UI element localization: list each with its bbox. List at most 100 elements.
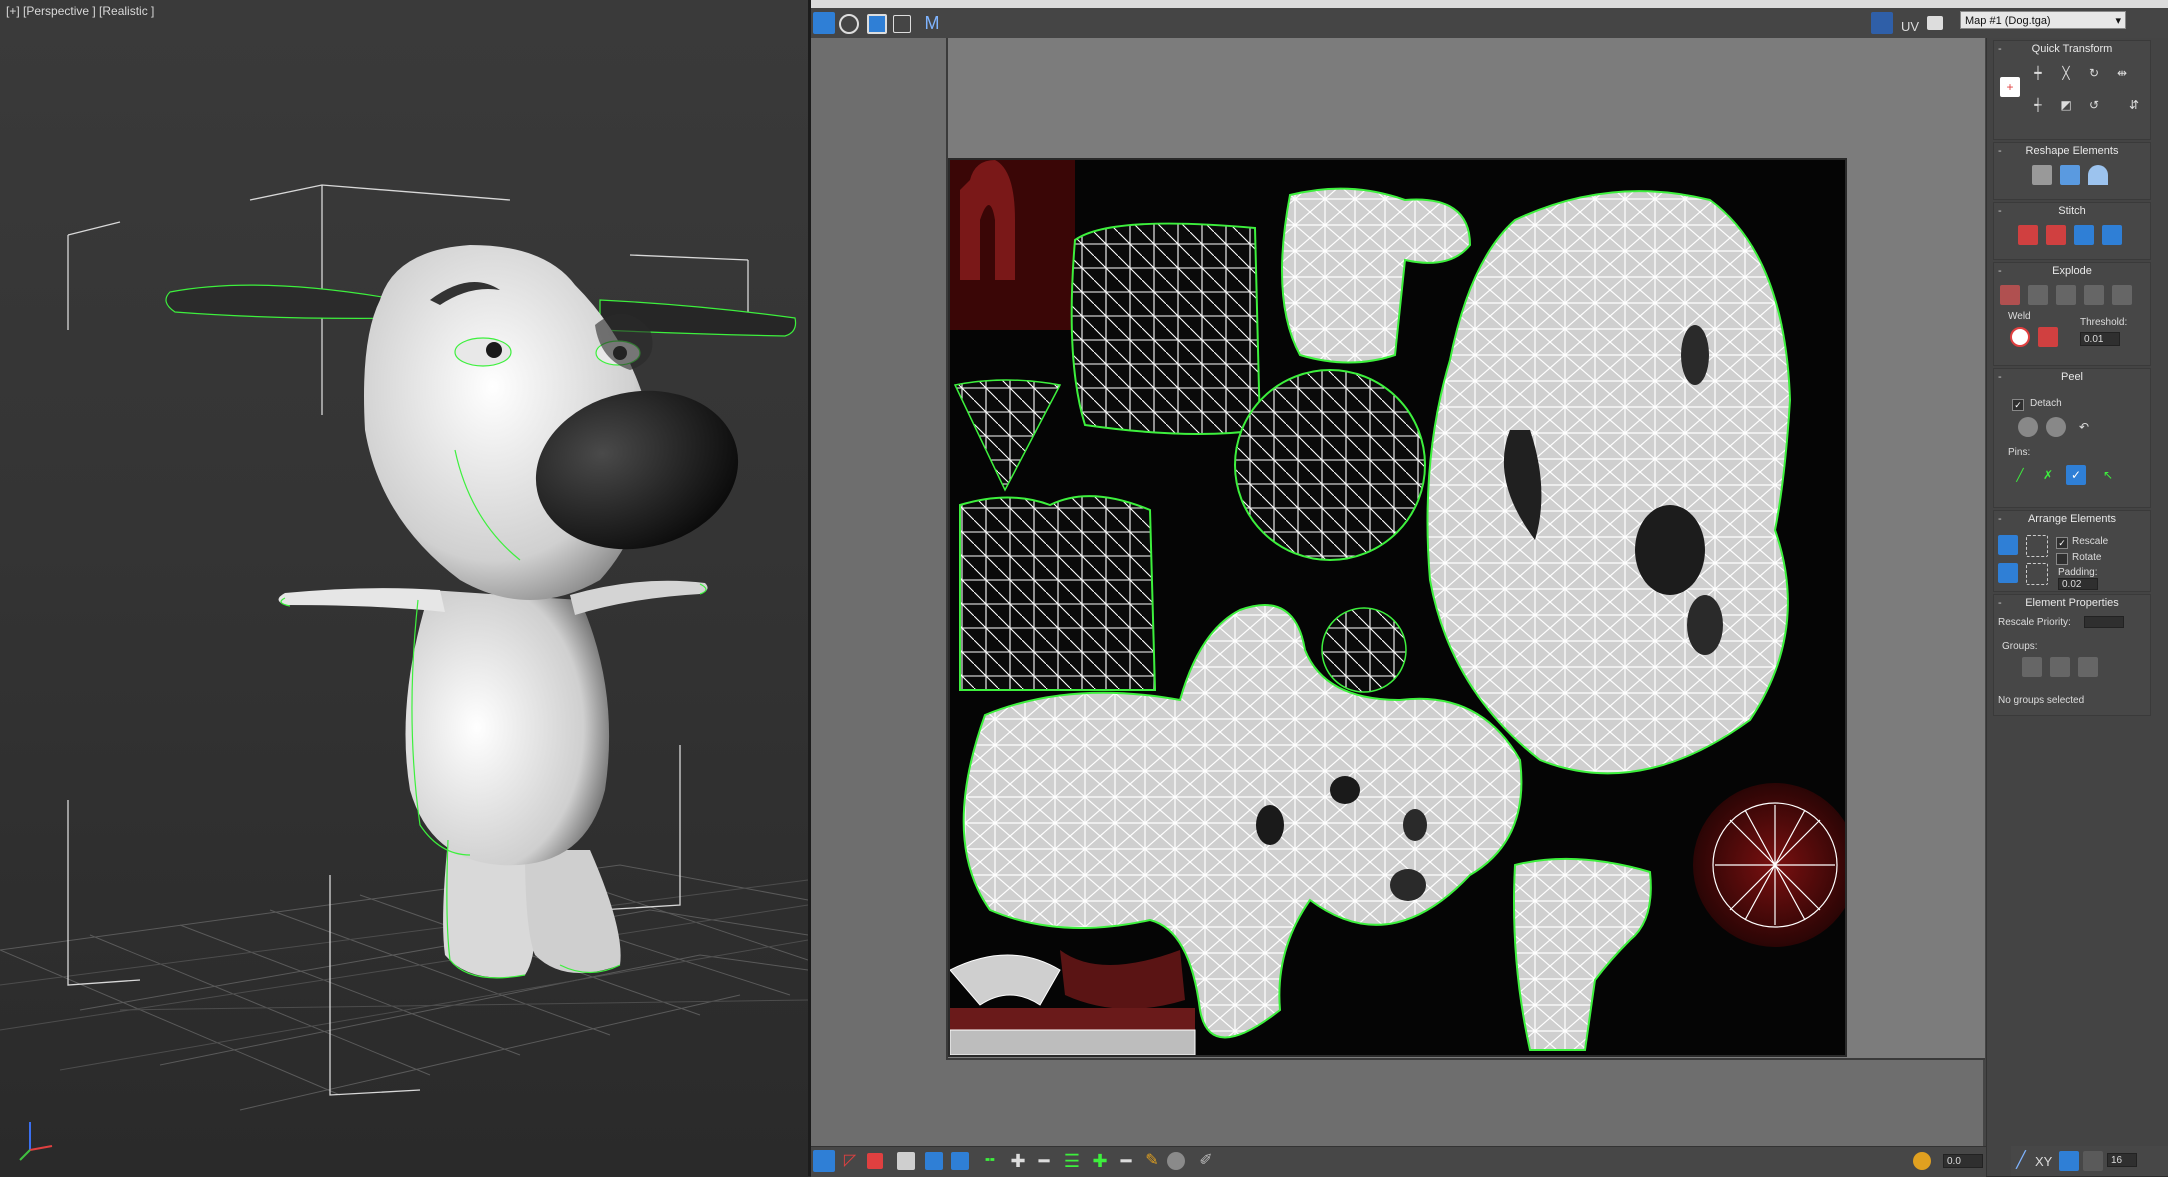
- uv-menubar[interactable]: [811, 0, 2168, 8]
- pack-together-icon[interactable]: [2026, 535, 2048, 557]
- brush-size-icon[interactable]: [1167, 1152, 1185, 1170]
- ungroup-icon[interactable]: [2050, 657, 2070, 677]
- ring-icon[interactable]: ☰: [1061, 1150, 1083, 1172]
- rollout-title[interactable]: Element Properties: [1994, 595, 2150, 611]
- straighten-selection-icon[interactable]: [2032, 165, 2052, 185]
- mirror-tool-icon[interactable]: M: [921, 12, 943, 34]
- unpin-icon[interactable]: ✗: [2038, 465, 2058, 485]
- lock-selection-icon[interactable]: [2059, 1151, 2079, 1171]
- map-dropdown[interactable]: Map #1 (Dog.tga) ▾: [1960, 11, 2126, 29]
- grow-loop-icon[interactable]: ✚: [1007, 1150, 1029, 1172]
- pack-custom-icon[interactable]: [1998, 563, 2018, 583]
- select-vertex-icon[interactable]: [813, 1150, 835, 1172]
- straighten-icon[interactable]: ◩: [2056, 95, 2076, 115]
- rescale-priority-input[interactable]: [2084, 616, 2124, 628]
- rescale-checkbox[interactable]: ✓: [2056, 537, 2068, 549]
- show-map-icon[interactable]: [1871, 12, 1893, 34]
- falloff-value-field[interactable]: 0.0: [1943, 1154, 1983, 1168]
- uv-texture-map[interactable]: [948, 158, 1847, 1057]
- uv-island-collar: [950, 954, 1061, 1006]
- rollout-title[interactable]: Arrange Elements: [1994, 511, 2150, 527]
- viewport-scene: [0, 184, 808, 1161]
- rollout-title[interactable]: Explode: [1994, 263, 2150, 279]
- uv-canvas[interactable]: [811, 38, 1985, 1146]
- grid-size-input[interactable]: 16: [2107, 1153, 2137, 1167]
- weld-selected-icon[interactable]: [2010, 327, 2030, 347]
- align-pivot-icon[interactable]: +: [2000, 77, 2020, 97]
- shrink-ring-icon[interactable]: ━: [1115, 1150, 1137, 1172]
- pin-icon[interactable]: ╱: [2010, 465, 2030, 485]
- uv-editor-window: M UV Map #1 (Dog.tga) ▾ ◸ ╍ ✚ ━ ☰ ✚ ━ ✎ …: [811, 0, 2168, 1177]
- detach-edge-icon[interactable]: [2028, 285, 2048, 305]
- weld-target-icon[interactable]: [2112, 285, 2132, 305]
- uv-island-head: [1426, 190, 1792, 775]
- rollout-title[interactable]: Reshape Elements: [1994, 143, 2150, 159]
- move-tool-icon[interactable]: [813, 12, 835, 34]
- scale-tool-icon[interactable]: [867, 14, 887, 34]
- padding-label: Padding:: [2058, 567, 2098, 578]
- relax-icon[interactable]: [2060, 165, 2080, 185]
- rollout-element-properties: - Element Properties Rescale Priority: G…: [1993, 594, 2151, 716]
- paint-select-icon[interactable]: ✎: [1141, 1150, 1163, 1172]
- shrink-selection-icon[interactable]: [951, 1152, 969, 1170]
- grid-snap-icon[interactable]: ╱: [2011, 1151, 2031, 1171]
- relax-tool-icon[interactable]: [2088, 165, 2108, 185]
- break-icon[interactable]: [2000, 285, 2020, 305]
- rollout-title[interactable]: Stitch: [1994, 203, 2150, 219]
- uv-toolbar: M UV: [811, 8, 1986, 38]
- viewport-label[interactable]: [+] [Perspective ] [Realistic ]: [6, 4, 154, 18]
- shrink-loop-icon[interactable]: ━: [1033, 1150, 1055, 1172]
- freeform-tool-icon[interactable]: [893, 15, 911, 33]
- quick-peel-icon[interactable]: [2018, 417, 2038, 437]
- select-element-icon[interactable]: [897, 1152, 915, 1170]
- stitch-custom-icon[interactable]: [2102, 225, 2122, 245]
- spacing-x-icon[interactable]: ⇹: [2112, 63, 2132, 83]
- soft-selection-icon[interactable]: [1913, 1152, 1931, 1170]
- detach-checkbox[interactable]: ✓: [2012, 399, 2024, 411]
- weld-all-icon[interactable]: [2084, 285, 2104, 305]
- threshold-input[interactable]: 0.01: [2080, 332, 2120, 346]
- align-horizontal-icon[interactable]: ╳: [2056, 63, 2076, 83]
- grow-selection-icon[interactable]: [925, 1152, 943, 1170]
- perspective-viewport[interactable]: [+] [Perspective ] [Realistic ]: [0, 0, 808, 1176]
- rollout-title[interactable]: Peel: [1994, 369, 2150, 385]
- loop-icon[interactable]: ╍: [979, 1150, 1001, 1172]
- weld-threshold-icon[interactable]: [2038, 327, 2058, 347]
- auto-pin-icon[interactable]: ✓: [2066, 465, 2086, 485]
- grid-icon[interactable]: [2083, 1151, 2103, 1171]
- peel-mode-icon[interactable]: [2046, 417, 2066, 437]
- stitch-source-icon[interactable]: [2074, 225, 2094, 245]
- grow-ring-icon[interactable]: ✚: [1089, 1150, 1111, 1172]
- reset-peel-icon[interactable]: ↶: [2074, 417, 2094, 437]
- rotate-plus-icon[interactable]: ↺: [2084, 95, 2104, 115]
- stitch-target-icon[interactable]: [2018, 225, 2038, 245]
- uv-island-eye: [1321, 607, 1407, 693]
- rotate-checkbox[interactable]: [2056, 553, 2068, 565]
- brush-strength-icon[interactable]: ✐: [1195, 1150, 1217, 1172]
- pack-region-icon[interactable]: [2026, 563, 2048, 585]
- chevron-down-icon: ▾: [2115, 15, 2121, 27]
- weld-label: Weld: [2008, 311, 2031, 322]
- add-to-group-icon[interactable]: [2078, 657, 2098, 677]
- group-selected-icon[interactable]: [2022, 657, 2042, 677]
- rollout-title[interactable]: Quick Transform: [1994, 41, 2150, 57]
- stitch-average-icon[interactable]: [2046, 225, 2066, 245]
- dog-model[interactable]: [165, 245, 797, 979]
- checker-pattern-icon[interactable]: [1927, 16, 1943, 30]
- uv-tool-panel: - Quick Transform + ┿ ╳ ↻ ⇹ ┽ ◩ ↺ ⇵ - Re…: [1986, 38, 2168, 1176]
- rollout-stitch: - Stitch: [1993, 202, 2151, 260]
- select-pinned-icon[interactable]: ↖: [2098, 465, 2118, 485]
- align-x-icon[interactable]: ┽: [2028, 95, 2048, 115]
- padding-input[interactable]: 0.02: [2058, 578, 2098, 590]
- spacing-y-icon[interactable]: ⇵: [2124, 95, 2144, 115]
- rotate-minus-icon[interactable]: ↻: [2084, 63, 2104, 83]
- ground-grid: [0, 864, 808, 1111]
- rotate-tool-icon[interactable]: [839, 14, 859, 34]
- pack-normalize-icon[interactable]: [1998, 535, 2018, 555]
- select-face-icon[interactable]: [867, 1153, 883, 1169]
- axis-xy-label[interactable]: XY: [2035, 1154, 2052, 1169]
- align-vertical-icon[interactable]: ┿: [2028, 63, 2048, 83]
- flatten-icon[interactable]: [2056, 285, 2076, 305]
- groups-label: Groups:: [2002, 641, 2038, 652]
- select-edge-icon[interactable]: ◸: [839, 1150, 861, 1172]
